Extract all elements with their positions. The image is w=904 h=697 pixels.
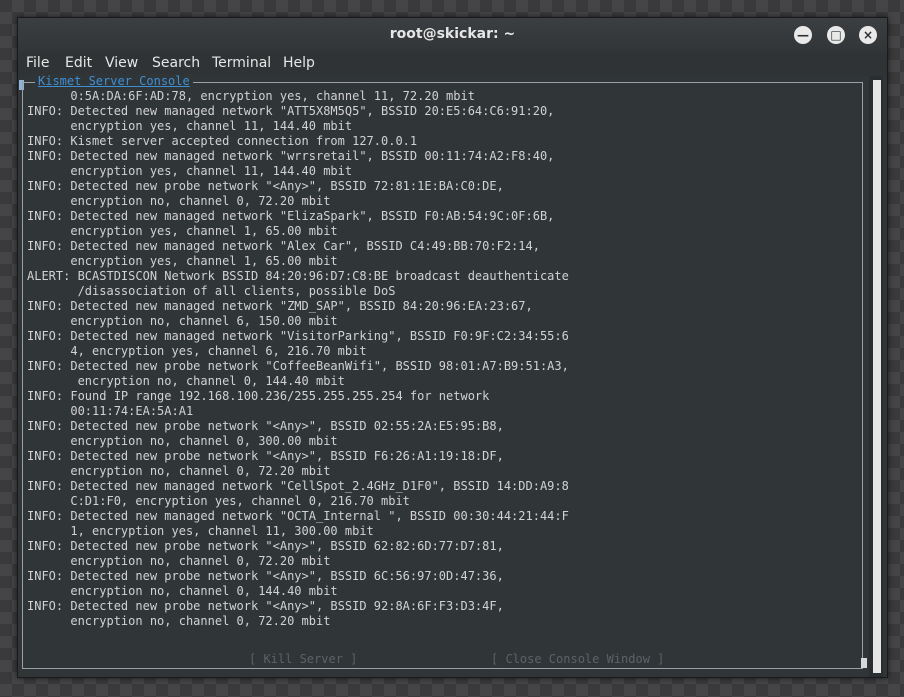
log-line: encryption yes, channel 11, 144.40 mbit (27, 119, 353, 133)
minimize-button[interactable]: — (794, 26, 812, 44)
log-line: 00:11:74:EA:5A:A1 (27, 404, 194, 418)
title-bar[interactable]: root@skickar: ~ — □ × (18, 18, 887, 52)
log-line: INFO: Detected new managed network "wrrs… (27, 149, 555, 163)
close-console-button[interactable]: [ Close Console Window ] (491, 652, 664, 666)
log-line: 4, encryption yes, channel 6, 216.70 mbi… (27, 344, 367, 358)
log-line: ALERT: BCASTDISCON Network BSSID 84:20:9… (27, 269, 569, 283)
log-line: encryption no, channel 0, 72.20 mbit (27, 614, 331, 628)
log-line: INFO: Detected new probe network "<Any>"… (27, 539, 504, 553)
close-button[interactable]: × (859, 26, 877, 44)
log-line: INFO: Detected new probe network "<Any>"… (27, 569, 504, 583)
log-line: INFO: Detected new probe network "<Any>"… (27, 179, 504, 193)
log-line: INFO: Kismet server accepted connection … (27, 134, 418, 148)
log-line: INFO: Detected new managed network "ATT5… (27, 104, 555, 118)
log-line: INFO: Detected new managed network "ZMD_… (27, 299, 533, 313)
log-line: 0:5A:DA:6F:AD:78, encryption yes, channe… (27, 89, 475, 103)
log-line: INFO: Detected new managed network "Alex… (27, 239, 540, 253)
menu-edit[interactable]: Edit (65, 55, 92, 71)
log-line: encryption no, channel 0, 300.00 mbit (27, 434, 338, 448)
console-title: Kismet Server Console (35, 74, 193, 88)
log-line: INFO: Detected new probe network "<Any>"… (27, 599, 504, 613)
log-line: INFO: Detected new managed network "OCTA… (27, 509, 569, 523)
log-line: INFO: Detected new managed network "Eliz… (27, 209, 555, 223)
log-line: encryption no, channel 0, 72.20 mbit (27, 464, 331, 478)
menu-view[interactable]: View (105, 55, 138, 71)
log-line: encryption yes, channel 11, 144.40 mbit (27, 164, 353, 178)
log-line: INFO: Found IP range 192.168.100.236/255… (27, 389, 490, 403)
console-log: 0:5A:DA:6F:AD:78, encryption yes, channe… (27, 89, 867, 629)
kill-server-button[interactable]: [ Kill Server ] (249, 652, 357, 666)
menu-bar: File Edit View Search Terminal Help (18, 52, 887, 76)
log-line: 1, encryption yes, channel 11, 300.00 mb… (27, 524, 374, 538)
window-title: root@skickar: ~ (389, 26, 516, 42)
log-line: C:D1:F0, encryption yes, channel 0, 216.… (27, 494, 410, 508)
log-line: encryption no, channel 0, 144.40 mbit (27, 584, 338, 598)
log-line: INFO: Detected new probe network "<Any>"… (27, 449, 504, 463)
maximize-button[interactable]: □ (827, 26, 845, 44)
log-line: INFO: Detected new managed network "Visi… (27, 329, 569, 343)
log-line: INFO: Detected new managed network "Cell… (27, 479, 569, 493)
menu-help[interactable]: Help (283, 55, 315, 71)
menu-file[interactable]: File (26, 55, 49, 71)
log-line: encryption no, channel 0, 72.20 mbit (27, 554, 331, 568)
log-line: INFO: Detected new probe network "Coffee… (27, 359, 569, 373)
terminal-area[interactable]: Kismet Server Console 0:5A:DA:6F:AD:78, … (18, 74, 887, 677)
log-line: encryption no, channel 0, 72.20 mbit (27, 194, 331, 208)
log-line: encryption yes, channel 1, 65.00 mbit (27, 254, 338, 268)
menu-terminal[interactable]: Terminal (212, 55, 271, 71)
terminal-window: root@skickar: ~ — □ × File Edit View Sea… (17, 17, 888, 678)
menu-search[interactable]: Search (152, 55, 200, 71)
log-line: encryption no, channel 6, 150.00 mbit (27, 314, 338, 328)
log-line: encryption yes, channel 1, 65.00 mbit (27, 224, 338, 238)
scrollbar-thumb[interactable] (873, 80, 881, 673)
scroll-position-marker (861, 658, 867, 668)
kismet-console-panel: Kismet Server Console 0:5A:DA:6F:AD:78, … (22, 74, 867, 669)
scrollbar[interactable] (869, 76, 883, 677)
log-line: /disassociation of all clients, possible… (27, 284, 396, 298)
log-line: encryption no, channel 0, 144.40 mbit (27, 374, 345, 388)
log-line: INFO: Detected new probe network "<Any>"… (27, 419, 504, 433)
